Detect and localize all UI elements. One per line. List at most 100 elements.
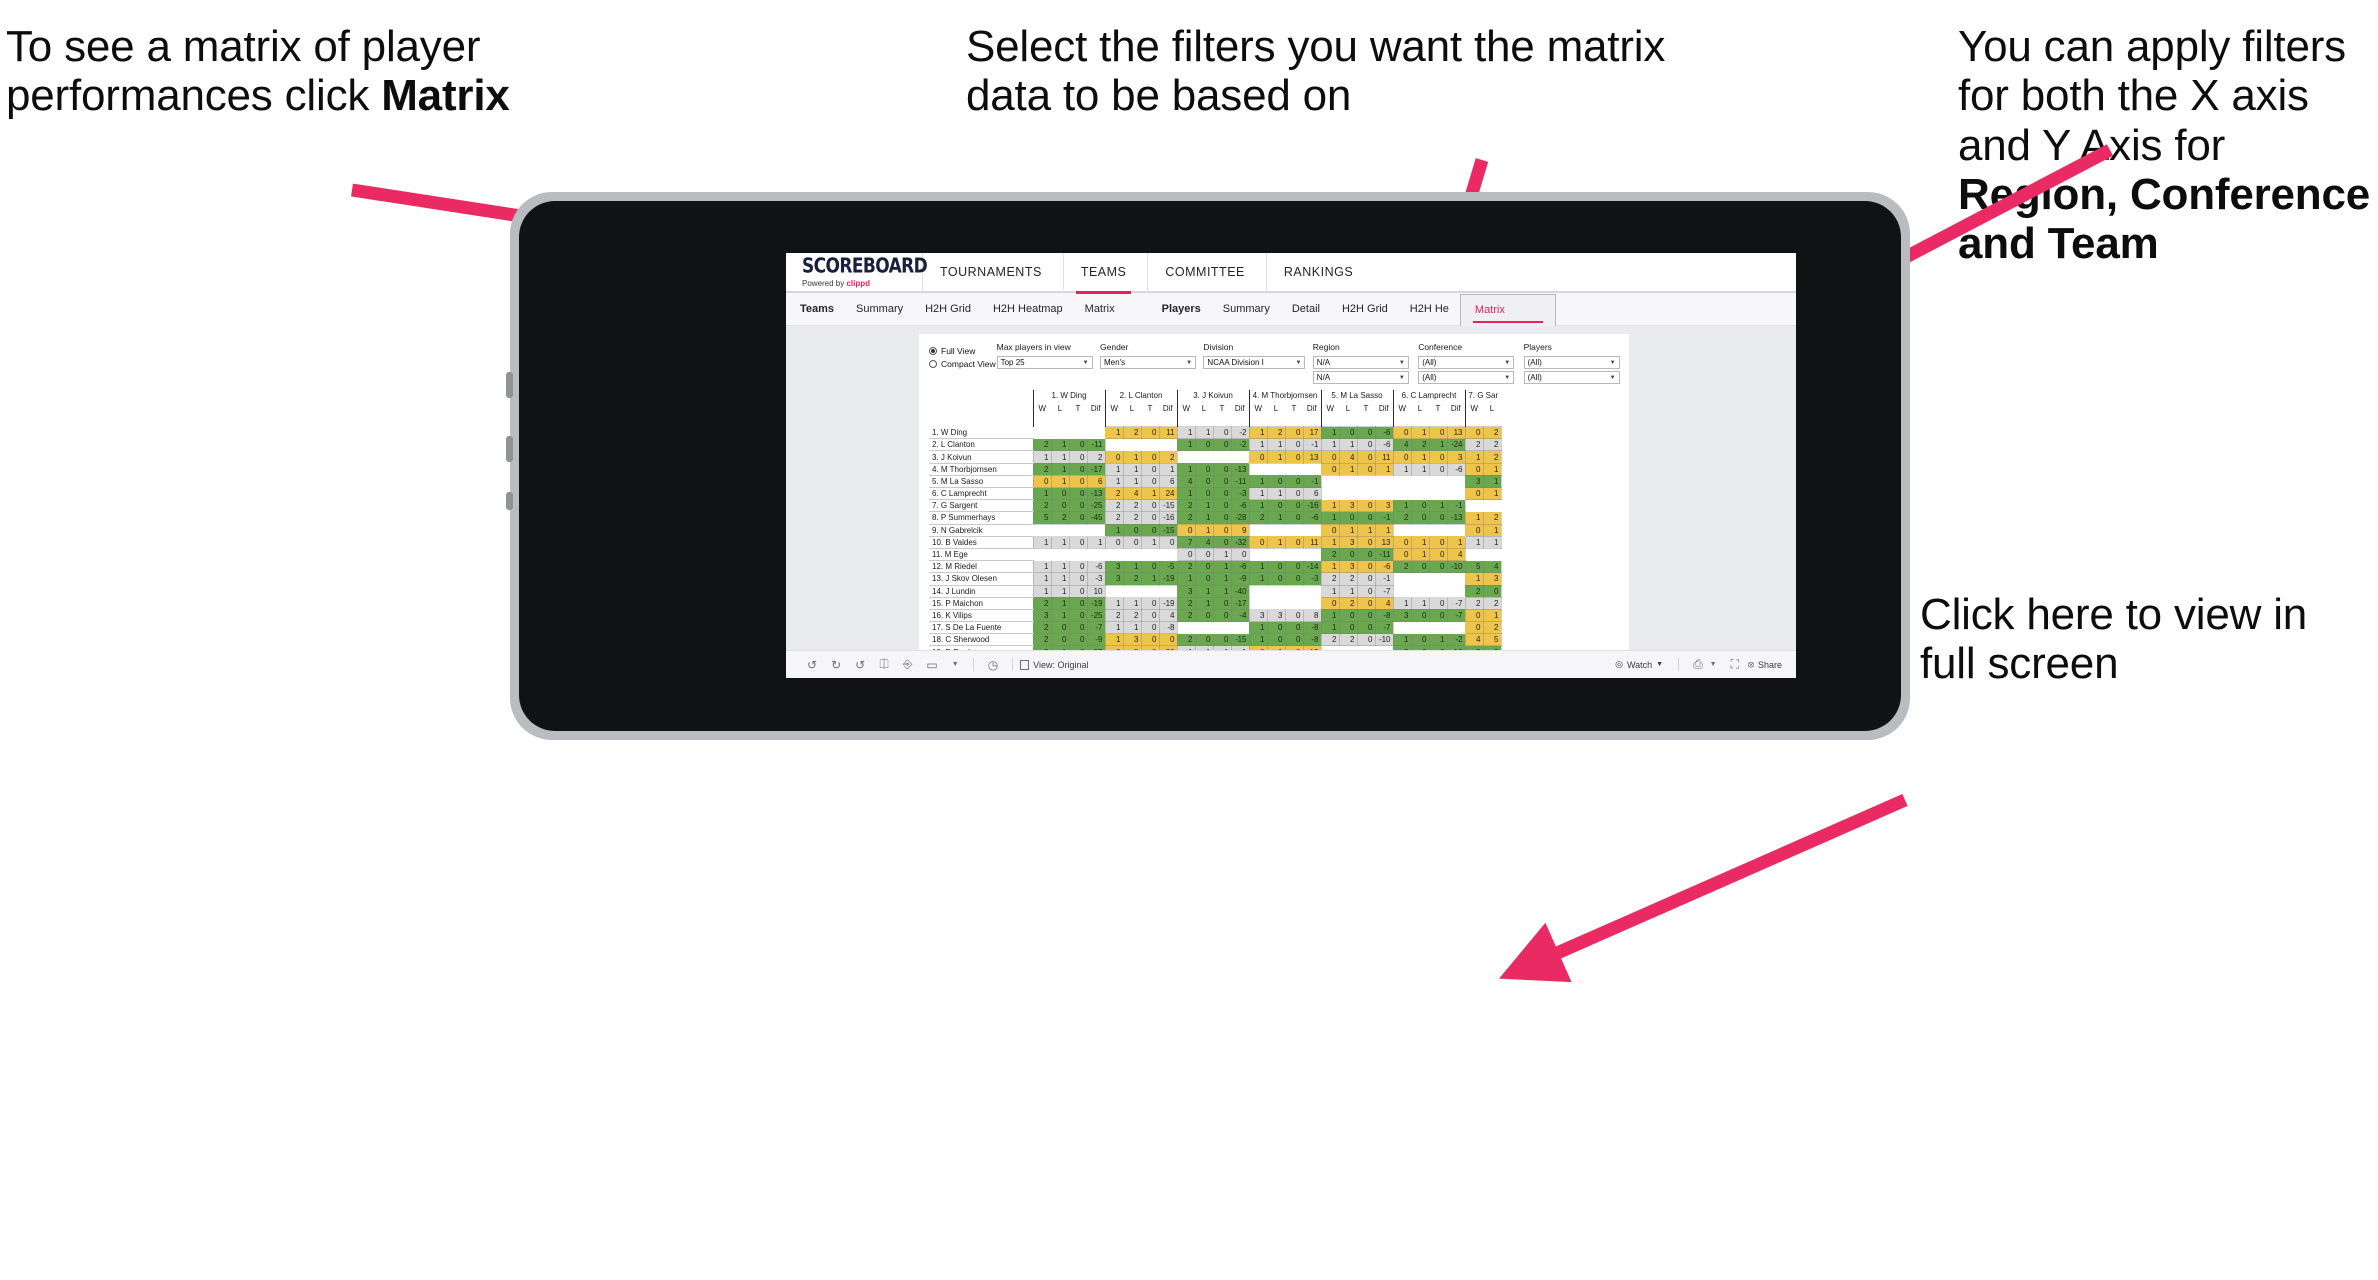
matrix-cell[interactable]: -25 — [1086, 499, 1106, 513]
matrix-cell[interactable]: 1 — [1104, 596, 1124, 610]
matrix-cell[interactable]: 13 — [1302, 450, 1322, 464]
select-gender[interactable]: Men's ▼ — [1100, 356, 1197, 369]
matrix-cell[interactable]: 0 — [1068, 608, 1088, 623]
matrix-cell[interactable]: 1 — [1050, 462, 1070, 476]
matrix-cell[interactable]: 1 — [1104, 426, 1124, 440]
matrix-cell[interactable]: 2 — [1104, 511, 1124, 525]
matrix-cell[interactable]: 1 — [1140, 486, 1160, 501]
matrix-cell[interactable]: 4 — [1374, 596, 1394, 610]
matrix-cell[interactable]: 0 — [1284, 633, 1304, 647]
matrix-cell[interactable]: 0 — [1428, 462, 1448, 476]
matrix-cell[interactable]: 0 — [1176, 523, 1196, 537]
matrix-cell[interactable]: 0 — [1266, 560, 1286, 574]
matrix-cell[interactable]: 1 — [1248, 438, 1268, 452]
matrix-cell[interactable]: 2 — [1248, 511, 1268, 525]
matrix-cell[interactable]: 1 — [1104, 523, 1124, 537]
matrix-cell[interactable] — [1393, 487, 1411, 500]
matrix-cell[interactable]: 0 — [1140, 560, 1160, 574]
chevron-down-icon[interactable]: ▼ — [1710, 661, 1724, 668]
matrix-cell[interactable]: 2 — [1482, 450, 1502, 464]
matrix-cell[interactable] — [1249, 597, 1267, 610]
matrix-cell[interactable]: 0 — [1392, 547, 1412, 562]
matrix-cell[interactable]: 1 — [1212, 584, 1232, 598]
matrix-cell[interactable]: 1 — [1338, 462, 1358, 476]
matrix-cell[interactable]: 1 — [1176, 462, 1196, 476]
matrix-cell[interactable] — [1375, 487, 1393, 500]
matrix-cell[interactable]: -13 — [1086, 486, 1106, 501]
matrix-cell[interactable]: 0 — [1212, 596, 1232, 610]
matrix-cell[interactable]: 0 — [1338, 426, 1358, 440]
select-conference-x[interactable]: (All) ▼ — [1418, 356, 1515, 369]
matrix-cell[interactable]: -3 — [1230, 486, 1250, 501]
tab-players-summary[interactable]: Summary — [1212, 293, 1281, 326]
matrix-cell[interactable]: 1 — [1482, 608, 1502, 623]
matrix-cell[interactable] — [1429, 475, 1447, 488]
matrix-cell[interactable] — [1285, 463, 1303, 476]
matrix-cell[interactable]: 1 — [1320, 621, 1340, 635]
matrix-cell[interactable]: 0 — [1068, 633, 1088, 647]
revert-icon[interactable]: ↺ — [848, 658, 872, 672]
matrix-cell[interactable]: 1 — [1122, 474, 1142, 489]
matrix-cell[interactable]: 0 — [1140, 523, 1160, 537]
matrix-cell[interactable]: 0 — [1068, 535, 1088, 549]
matrix-cell[interactable]: 3 — [1338, 499, 1358, 513]
matrix-cell[interactable] — [1249, 548, 1267, 561]
matrix-cell[interactable]: 0 — [1212, 523, 1232, 537]
matrix-cell[interactable]: -8 — [1302, 633, 1322, 647]
matrix-cell[interactable] — [1051, 548, 1069, 561]
matrix-cell[interactable]: 0 — [1482, 584, 1502, 598]
matrix-cell[interactable]: 0 — [1104, 535, 1124, 549]
matrix-cell[interactable]: 1 — [1104, 633, 1124, 647]
matrix-cell[interactable]: 1 — [1176, 438, 1196, 452]
matrix-cell[interactable]: 0 — [1428, 596, 1448, 610]
matrix-cell[interactable] — [1357, 487, 1375, 500]
matrix-cell[interactable] — [1303, 597, 1321, 610]
matrix-cell[interactable]: 1 — [1464, 535, 1484, 549]
matrix-cell[interactable]: 1 — [1050, 560, 1070, 574]
matrix-cell[interactable]: 2 — [1482, 621, 1502, 635]
matrix-cell[interactable]: 2 — [1464, 438, 1484, 452]
matrix-cell[interactable]: 0 — [1356, 584, 1376, 598]
matrix-row[interactable]: 17. S De La Fuente 2 0 0 -7 1 1 0 -8 1 0 0 -8 1 0 0 -7 0 2 — [929, 621, 1502, 635]
matrix-cell[interactable]: -6 — [1446, 462, 1466, 476]
matrix-cell[interactable] — [1411, 475, 1429, 488]
matrix-cell[interactable] — [1123, 438, 1141, 451]
matrix-cell[interactable]: 24 — [1158, 486, 1178, 501]
matrix-cell[interactable]: 1 — [1050, 474, 1070, 489]
matrix-cell[interactable]: 2 — [1392, 511, 1412, 525]
matrix-cell[interactable] — [1159, 548, 1177, 561]
matrix-cell[interactable]: 2 — [1122, 511, 1142, 525]
matrix-cell[interactable]: 1 — [1176, 426, 1196, 440]
matrix-cell[interactable]: 2 — [1176, 560, 1196, 574]
tab-teams-h2h-heatmap[interactable]: H2H Heatmap — [982, 293, 1074, 326]
matrix-cell[interactable] — [1357, 475, 1375, 488]
matrix-cell[interactable]: 2 — [1482, 511, 1502, 525]
matrix-cell[interactable]: 0 — [1212, 535, 1232, 549]
matrix-cell[interactable]: 2 — [1104, 499, 1124, 513]
matrix-cell[interactable]: 1 — [1176, 486, 1196, 501]
matrix-cell[interactable] — [1285, 597, 1303, 610]
matrix-cell[interactable]: 0 — [1050, 633, 1070, 647]
matrix-cell[interactable]: 1 — [1248, 499, 1268, 513]
matrix-row[interactable]: 11. M Ege 0 0 1 0 2 0 0 -11 0 1 0 4 — [929, 547, 1501, 562]
matrix-cell[interactable]: 4 — [1176, 474, 1196, 489]
matrix-cell[interactable]: 0 — [1266, 474, 1286, 489]
matrix-cell[interactable]: 2 — [1338, 633, 1358, 647]
matrix-cell[interactable]: 1 — [1194, 584, 1214, 598]
matrix-cell[interactable]: 1 — [1248, 560, 1268, 574]
matrix-cell[interactable]: 1 — [1266, 450, 1286, 464]
matrix-cell[interactable]: 3 — [1104, 560, 1124, 574]
matrix-cell[interactable]: 1 — [1392, 633, 1412, 647]
undo-icon[interactable]: ↺ — [800, 658, 824, 672]
matrix-cell[interactable]: 0 — [1050, 621, 1070, 635]
matrix-cell[interactable]: 0 — [1320, 596, 1340, 610]
matrix-cell[interactable]: 0 — [1284, 474, 1304, 489]
matrix-cell[interactable]: 0 — [1284, 511, 1304, 525]
matrix-cell[interactable] — [1321, 487, 1339, 500]
matrix-cell[interactable]: 2 — [1464, 584, 1484, 598]
matrix-cell[interactable] — [1285, 548, 1303, 561]
matrix-cell[interactable] — [1447, 475, 1465, 488]
matrix-cell[interactable]: 2 — [1176, 511, 1196, 525]
matrix-cell[interactable]: -10 — [1374, 633, 1394, 647]
matrix-cell[interactable]: 0 — [1212, 633, 1232, 647]
